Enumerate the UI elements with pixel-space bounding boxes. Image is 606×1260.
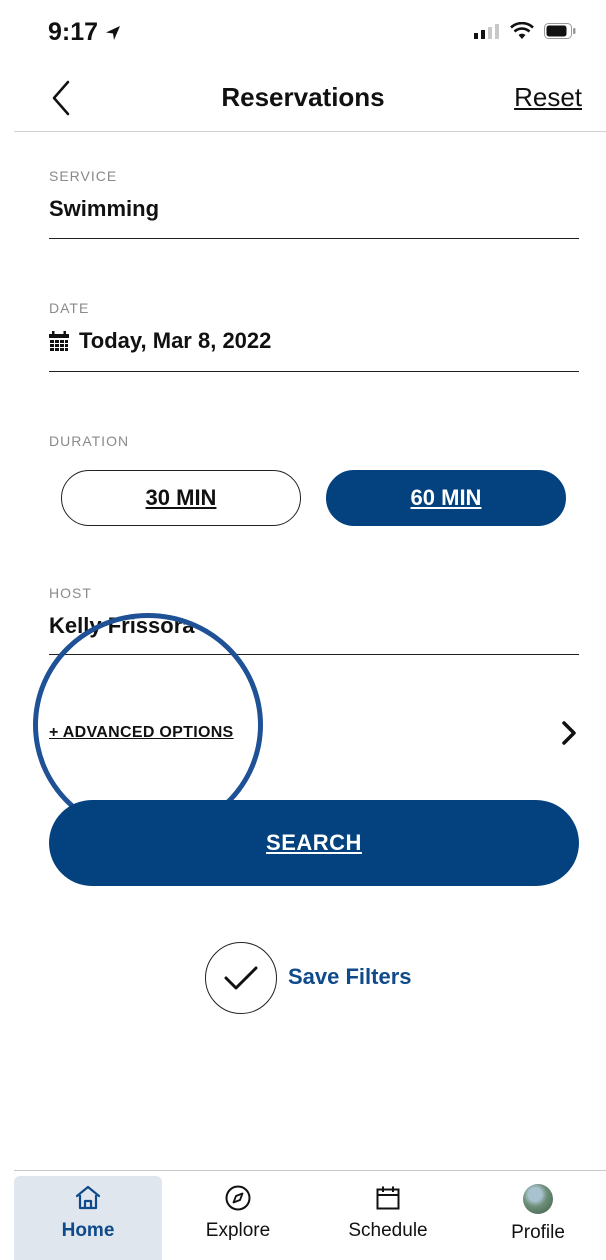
tab-explore-label: Explore [205,1220,271,1241]
checkmark-icon [224,966,258,990]
duration-60-min-button[interactable]: 60 MIN [326,470,566,526]
avatar [523,1184,553,1214]
search-button[interactable]: SEARCH [49,800,579,886]
reset-button[interactable]: Reset [514,82,582,113]
tab-schedule[interactable]: Schedule [314,1176,462,1260]
host-underline [49,654,579,655]
service-value[interactable]: Swimming [49,196,159,222]
tab-home-label: Home [61,1220,115,1241]
tab-bar-divider [14,1170,606,1171]
home-icon [75,1185,101,1210]
tab-home[interactable]: Home [14,1176,162,1260]
duration-label: DURATION [49,433,130,449]
header-divider [14,131,606,132]
host-label: HOST [49,585,92,601]
host-value[interactable]: Kelly Frissora [49,613,195,639]
save-filters-label[interactable]: Save Filters [288,964,412,990]
tab-profile-label: Profile [511,1222,565,1243]
save-filters-toggle[interactable] [205,942,277,1014]
tab-explore[interactable]: Explore [164,1176,312,1260]
location-arrow-icon [106,25,121,40]
status-time: 9:17 [48,18,122,47]
status-indicators [474,22,576,40]
calendar-icon [49,330,69,351]
service-label: SERVICE [49,168,118,184]
duration-30-min-button[interactable]: 30 MIN [61,470,301,526]
service-underline [49,238,579,239]
chevron-right-icon [562,721,576,745]
date-field[interactable]: Today, Mar 8, 2022 [49,328,271,354]
status-time-text: 9:17 [48,18,99,46]
wifi-icon [510,22,534,39]
date-underline [49,371,579,372]
battery-icon [544,23,576,39]
date-label: DATE [49,300,90,316]
date-value: Today, Mar 8, 2022 [79,328,272,353]
advanced-options-chevron[interactable] [558,718,580,748]
compass-icon [225,1185,251,1211]
tab-schedule-label: Schedule [348,1220,428,1241]
calendar-icon [376,1186,400,1210]
tab-profile[interactable]: Profile [464,1176,606,1260]
advanced-options-link[interactable]: + ADVANCED OPTIONS [49,724,234,742]
cellular-signal-icon [474,24,499,39]
